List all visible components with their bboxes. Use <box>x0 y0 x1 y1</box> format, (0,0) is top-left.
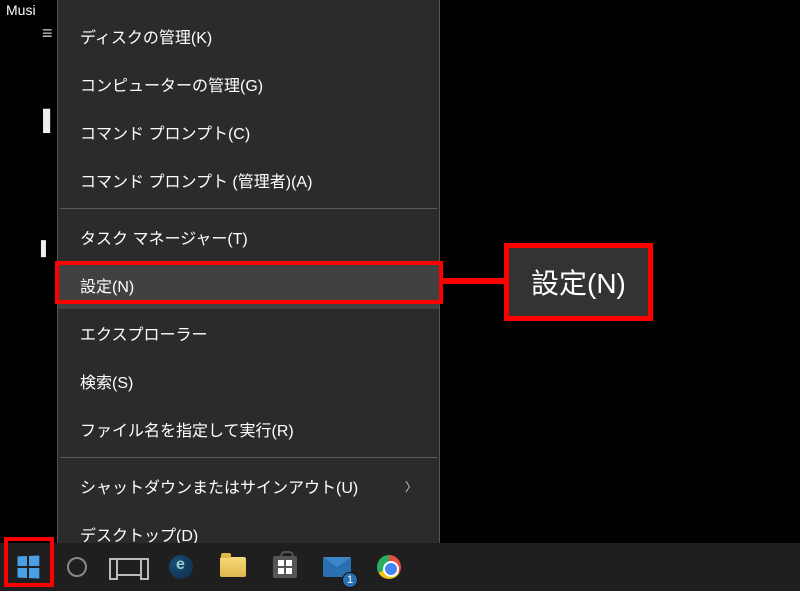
menu-item-label: シャットダウンまたはサインアウト(U) <box>80 474 358 498</box>
cortana-icon <box>67 557 87 577</box>
store-icon <box>273 556 297 578</box>
store-button[interactable] <box>270 552 300 582</box>
menu-separator <box>60 457 437 458</box>
edge-button[interactable] <box>166 552 196 582</box>
chevron-right-icon: 〉 <box>405 478 417 495</box>
chrome-button[interactable] <box>374 552 404 582</box>
hamburger-icon: ≡ <box>42 24 53 42</box>
menu-item-task-manager[interactable]: タスク マネージャー(T) <box>58 213 439 261</box>
menu-separator <box>60 208 437 209</box>
mail-badge: 1 <box>342 572 358 588</box>
menu-item-disk-management[interactable]: ディスクの管理(K) <box>58 12 439 60</box>
menu-item-label: タスク マネージャー(T) <box>80 225 248 249</box>
chrome-icon <box>377 555 401 579</box>
windows-logo-icon <box>18 556 40 579</box>
menu-item-label: 設定(N) <box>80 273 134 297</box>
menu-item-command-prompt[interactable]: コマンド プロンプト(C) <box>58 108 439 156</box>
task-view-button[interactable] <box>114 552 144 582</box>
menu-item-label: コンピューターの管理(G) <box>80 72 263 96</box>
annotation-connector <box>443 278 504 284</box>
menu-item-command-prompt-admin[interactable]: コマンド プロンプト (管理者)(A) <box>58 156 439 204</box>
menu-item-search[interactable]: 検索(S) <box>58 357 439 405</box>
edge-icon <box>169 555 193 579</box>
mail-button[interactable]: 1 <box>322 552 352 582</box>
menu-item-label: 検索(S) <box>80 369 133 393</box>
annotation-callout: 設定(N) <box>504 243 653 321</box>
taskbar-icons: 1 <box>62 552 404 582</box>
folder-icon <box>220 557 246 577</box>
winx-context-menu: ディスクの管理(K) コンピューターの管理(G) コマンド プロンプト(C) コ… <box>57 0 440 559</box>
menu-item-explorer[interactable]: エクスプローラー <box>58 309 439 357</box>
menu-item-label: エクスプローラー <box>80 321 208 345</box>
menu-item-shutdown-signout[interactable]: シャットダウンまたはサインアウト(U) 〉 <box>58 462 439 510</box>
menu-item-computer-management[interactable]: コンピューターの管理(G) <box>58 60 439 108</box>
menu-item-label: ディスクの管理(K) <box>80 24 212 48</box>
menu-item-label: ファイル名を指定して実行(R) <box>80 417 294 441</box>
menu-item-run[interactable]: ファイル名を指定して実行(R) <box>58 405 439 453</box>
menu-item-label: コマンド プロンプト(C) <box>80 120 250 144</box>
start-button[interactable] <box>0 543 56 591</box>
desktop-icon-label: Musi <box>6 2 36 18</box>
file-explorer-button[interactable] <box>218 552 248 582</box>
task-view-icon <box>116 558 142 576</box>
menu-item-settings[interactable]: 設定(N) <box>58 261 439 309</box>
callout-text: 設定(N) <box>531 268 626 299</box>
cortana-button[interactable] <box>62 552 92 582</box>
partial-icon: ▐ <box>36 110 52 150</box>
menu-item-label: コマンド プロンプト (管理者)(A) <box>80 168 312 192</box>
taskbar: 1 <box>0 543 800 591</box>
partial-icon: ▐ <box>36 240 52 280</box>
